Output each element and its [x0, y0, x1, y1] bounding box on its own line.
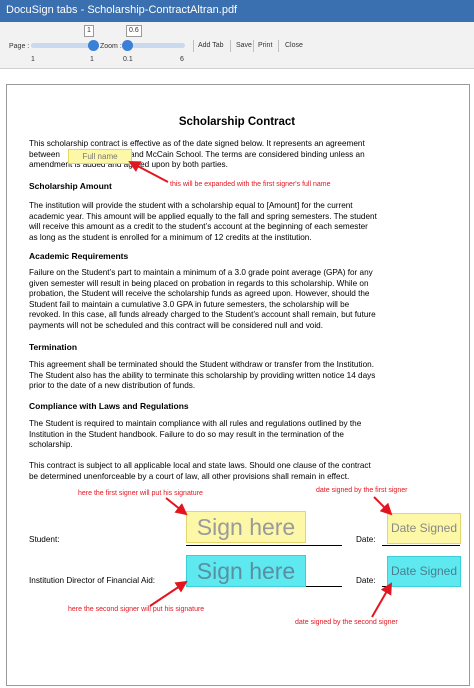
arrow-to-sign-here-1	[165, 497, 188, 516]
arrow-to-sign-here-2	[149, 580, 188, 607]
arrow-to-full-name	[128, 161, 169, 183]
arrow-to-date-signed-1	[373, 496, 393, 516]
arrow-to-date-signed-2	[371, 582, 392, 618]
annotation-arrows	[128, 161, 393, 618]
